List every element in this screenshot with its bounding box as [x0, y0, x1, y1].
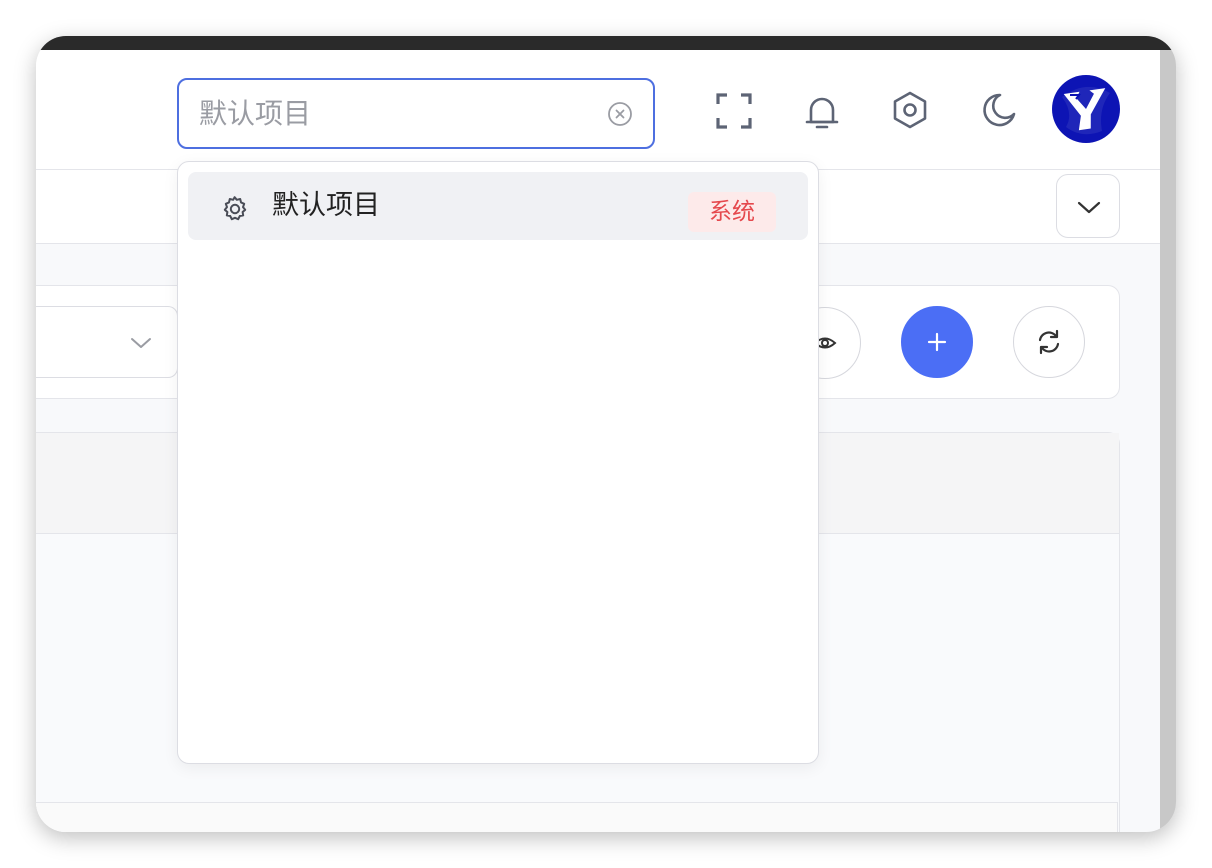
pagination-card: [36, 802, 1118, 832]
chevron-down-icon: [131, 338, 151, 348]
clear-circle-icon[interactable]: [607, 101, 633, 127]
fullscreen-icon[interactable]: [714, 91, 754, 131]
bell-icon[interactable]: [802, 92, 842, 132]
window-top-strip: [36, 36, 1176, 50]
header: [36, 50, 1160, 170]
tabs-dropdown-button[interactable]: [1056, 174, 1120, 238]
avatar-logo-icon: [1062, 86, 1110, 135]
filter-select[interactable]: [36, 306, 178, 378]
refresh-button[interactable]: [1013, 306, 1085, 378]
moon-icon[interactable]: [978, 90, 1018, 130]
app-window: 默认项目 系统: [36, 36, 1176, 832]
project-option[interactable]: 默认项目 系统: [188, 172, 808, 240]
project-search-box[interactable]: [177, 78, 655, 149]
settings-hex-icon[interactable]: [890, 90, 930, 130]
user-avatar[interactable]: [1052, 75, 1120, 143]
project-option-label: 默认项目: [272, 190, 380, 221]
project-dropdown: 默认项目 系统: [177, 161, 819, 764]
gear-icon: [223, 196, 247, 221]
system-badge: 系统: [688, 192, 776, 232]
chevron-down-icon: [1077, 201, 1101, 214]
add-button[interactable]: [901, 306, 973, 378]
scrollbar[interactable]: [1160, 50, 1176, 832]
plus-icon: [927, 332, 947, 352]
project-search-input[interactable]: [199, 80, 599, 147]
refresh-icon: [1038, 329, 1060, 355]
